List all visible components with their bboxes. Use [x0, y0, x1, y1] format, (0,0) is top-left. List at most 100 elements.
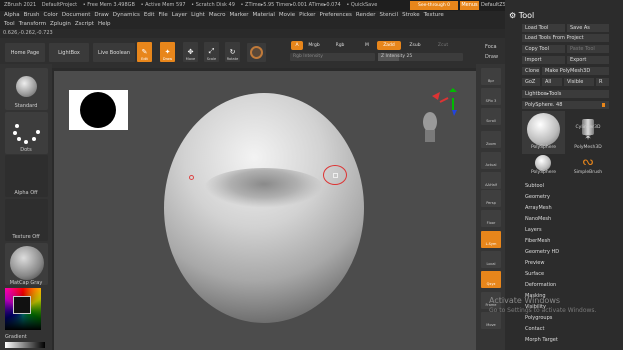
tool-subpalette[interactable]: Geometry HD	[525, 249, 559, 255]
menu-item[interactable]: Marker	[230, 12, 249, 18]
rgb-intensity-slider[interactable]: Rgb Intensity	[290, 53, 375, 61]
material-thumbnail[interactable]	[5, 243, 48, 285]
lightbox-button[interactable]: LightBox	[49, 43, 89, 62]
material-swatch[interactable]	[247, 43, 266, 62]
tool-subpalette[interactable]: Polygroups	[525, 315, 552, 321]
viewport-button[interactable]: Actual	[481, 152, 501, 169]
symmetry-point-left	[189, 175, 194, 180]
viewport-button[interactable]: Local	[481, 251, 501, 268]
menu-item[interactable]: Light	[191, 12, 205, 18]
menu-item[interactable]: Picker	[299, 12, 315, 18]
menu-item[interactable]: Alpha	[4, 12, 20, 18]
mrgb-toggle[interactable]: Mrgb	[306, 41, 322, 50]
menu-item[interactable]: Macro	[209, 12, 226, 18]
export-button[interactable]: Export	[567, 56, 609, 64]
load-tool-button[interactable]: Load Tool	[522, 24, 565, 32]
menu-item[interactable]: Zscript	[75, 21, 94, 27]
gradient-swatch[interactable]	[5, 342, 45, 348]
viewport-button[interactable]: SPix 3	[481, 88, 501, 105]
menus-toggle[interactable]: Menus	[460, 1, 479, 10]
simplebrush-icon[interactable]: ᔓ	[567, 154, 609, 168]
menu-item[interactable]: Render	[356, 12, 376, 18]
move-button[interactable]: ✥ Move	[183, 42, 198, 62]
quicksave-button[interactable]: • QuickSave	[346, 2, 377, 8]
viewport-button[interactable]: Zoom	[481, 131, 501, 148]
menu-item[interactable]: Help	[98, 21, 111, 27]
tool-subpalette[interactable]: Geometry	[525, 194, 550, 200]
viewport-canvas[interactable]	[54, 71, 476, 350]
menu-item[interactable]: Draw	[94, 12, 108, 18]
tool-thumb-label: PolySphere	[530, 145, 557, 150]
tool-subpalette[interactable]: Morph Target	[525, 337, 558, 343]
import-button[interactable]: Import	[522, 56, 565, 64]
tool-subpalette[interactable]: Subtool	[525, 183, 544, 189]
tool-subpalette[interactable]: FiberMesh	[525, 238, 550, 244]
rotate-button[interactable]: ↻ Rotate	[225, 42, 240, 62]
tool-subpalette[interactable]: ArrayMesh	[525, 205, 552, 211]
menu-item[interactable]: Color	[44, 12, 58, 18]
a-toggle[interactable]: A	[291, 41, 303, 50]
save-as-button[interactable]: Save As	[567, 24, 609, 32]
menu-item[interactable]: File	[159, 12, 168, 18]
navigation-gizmo[interactable]	[416, 88, 466, 148]
viewport-button[interactable]: Bpr	[481, 68, 501, 85]
matcap-sphere-icon	[10, 246, 44, 280]
menu-item[interactable]: Movie	[279, 12, 295, 18]
clone-button[interactable]: Clone	[522, 67, 540, 75]
scale-button[interactable]: ⤢ Scale	[204, 42, 219, 62]
z-intensity-slider[interactable]: Z Intensity 25	[378, 53, 463, 61]
menu-item[interactable]: Edit	[144, 12, 155, 18]
app-title: ZBrush 2021	[4, 2, 37, 8]
viewport-button[interactable]: Persp	[481, 190, 501, 207]
viewport-button[interactable]: AAHalf	[481, 172, 501, 189]
menu-item[interactable]: Texture	[424, 12, 444, 18]
home-page-button[interactable]: Home Page	[5, 43, 45, 62]
live-boolean-button[interactable]: Live Boolean	[93, 43, 135, 62]
menu-item[interactable]: Zplugin	[50, 21, 71, 27]
visible-button[interactable]: Visible	[564, 78, 594, 86]
draw-button[interactable]: ✦ Draw	[160, 42, 175, 62]
draw-size-label[interactable]: Draw	[485, 54, 498, 60]
rgb-toggle[interactable]: Rgb	[333, 41, 347, 50]
viewport-button[interactable]: Scroll	[481, 108, 501, 125]
tool-subpalette[interactable]: NanoMesh	[525, 216, 551, 222]
sculpt-sphere[interactable]	[164, 93, 364, 323]
menu-item[interactable]: Stencil	[379, 12, 398, 18]
menu-item[interactable]: Brush	[24, 12, 40, 18]
viewport-button[interactable]: Move	[481, 312, 501, 329]
color-picker[interactable]	[5, 288, 41, 330]
color-square[interactable]	[13, 296, 31, 314]
paste-tool-button[interactable]: Paste Tool	[567, 45, 609, 53]
tool-subpalette[interactable]: Deformation	[525, 282, 556, 288]
see-through-slider[interactable]: See-through 0	[410, 1, 458, 10]
menu-item[interactable]: Material	[253, 12, 275, 18]
zcut-toggle[interactable]: Zcut	[434, 41, 452, 50]
copy-tool-button[interactable]: Copy Tool	[522, 45, 565, 53]
current-tool-slider[interactable]: PolySphere. 48	[522, 101, 609, 109]
m-toggle[interactable]: M	[362, 41, 372, 50]
focal-shift-label[interactable]: Foca	[485, 44, 497, 50]
tool-subpalette[interactable]: Layers	[525, 227, 542, 233]
make-polymesh3d-button[interactable]: Make PolyMesh3D	[542, 67, 609, 75]
zadd-toggle[interactable]: Zadd	[377, 41, 401, 50]
menu-item[interactable]: Stroke	[402, 12, 420, 18]
goz-button[interactable]: GoZ	[522, 78, 540, 86]
menu-item[interactable]: Tool	[4, 21, 15, 27]
tool-subpalette[interactable]: Contact	[525, 326, 544, 332]
menu-item[interactable]: Layer	[172, 12, 187, 18]
edit-button[interactable]: ✎ Edit	[137, 42, 152, 62]
menu-item[interactable]: Preferences	[320, 12, 352, 18]
viewport-button[interactable]: Floor	[481, 210, 501, 227]
tool-subpalette[interactable]: Preview	[525, 260, 544, 266]
lightbox-tools-button[interactable]: Lightbox▸Tools	[522, 90, 609, 98]
menu-item[interactable]: Dynamics	[113, 12, 140, 18]
r-button[interactable]: R	[596, 78, 609, 86]
all-button[interactable]: All	[542, 78, 562, 86]
viewport-button[interactable]: Qxyz	[481, 271, 501, 288]
menu-item[interactable]: Document	[62, 12, 91, 18]
load-tools-from-project-button[interactable]: Load Tools From Project	[522, 34, 609, 42]
zsub-toggle[interactable]: Zsub	[405, 41, 425, 50]
tool-subpalette[interactable]: Surface	[525, 271, 544, 277]
menu-item[interactable]: Transform	[19, 21, 46, 27]
viewport-button[interactable]: L.Sym	[481, 231, 501, 248]
